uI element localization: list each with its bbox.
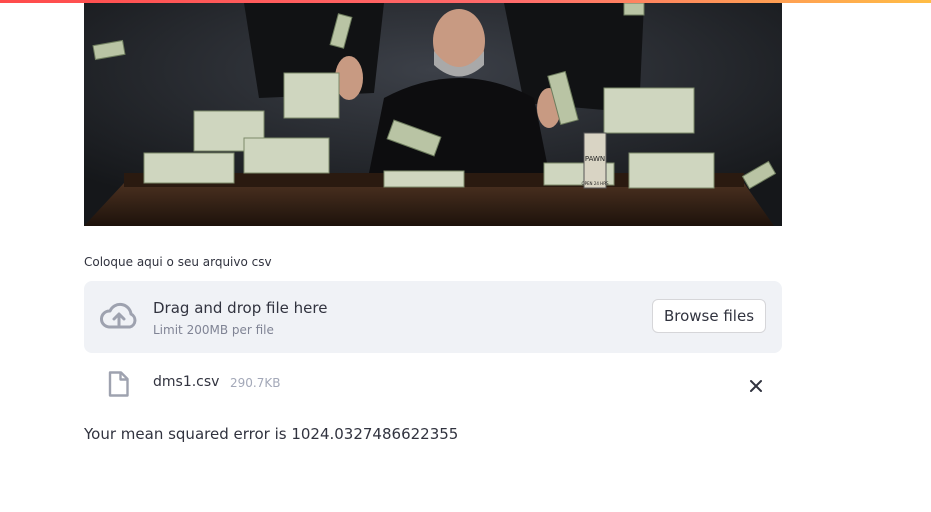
file-uploader-label: Coloque aqui o seu arquivo csv [84,255,272,269]
mse-result-text: Your mean squared error is 1024.03274866… [84,425,459,443]
uploaded-file-row: dms1.csv 290.7KB [84,364,782,404]
pawn-sign-sub: OPEN 24 HRS [581,181,609,186]
pawn-sign-text: PAWN [585,155,605,163]
browse-files-button[interactable]: Browse files [652,299,766,333]
close-icon[interactable] [744,374,768,398]
uploaded-file-name: dms1.csv [153,374,220,390]
file-dropzone[interactable]: Drag and drop file here Limit 200MB per … [84,281,782,353]
dropzone-limit: Limit 200MB per file [153,323,274,337]
file-icon [108,371,129,397]
uploaded-file-size: 290.7KB [230,376,281,390]
dropzone-instructions: Drag and drop file here [153,299,328,317]
hero-image: PAWN OPEN 24 HRS [84,3,782,226]
cloud-upload-icon [100,302,137,329]
